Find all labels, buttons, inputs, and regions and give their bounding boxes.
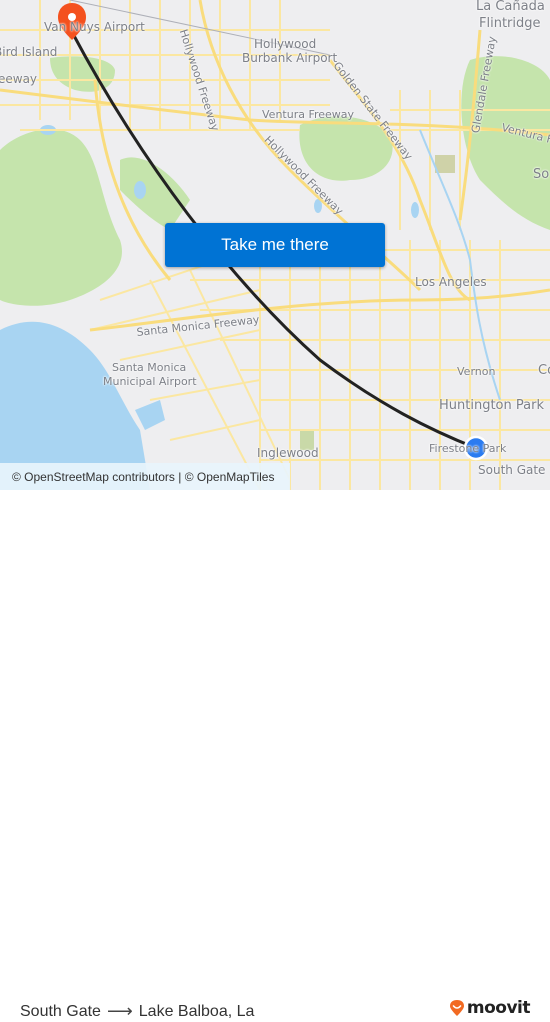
map[interactable]: Van Nuys Airport Bird Island eeway Holly…: [0, 0, 550, 490]
map-label-santa-monica-airport-line1: Santa Monica: [112, 361, 187, 374]
map-label-santa-monica-airport-line2: Municipal Airport: [103, 375, 197, 388]
map-label-vernon: Vernon: [457, 365, 496, 378]
map-label-freeway-west: eeway: [0, 72, 38, 86]
moovit-wordmark: moovit: [466, 998, 531, 1018]
map-label-inglewood: Inglewood: [257, 446, 319, 460]
map-label-ventura-freeway: Ventura Freeway: [262, 108, 355, 121]
park-small-1: [435, 155, 455, 173]
park-mountains: [0, 129, 122, 306]
map-label-bird-island: Bird Island: [0, 45, 58, 59]
arrow-right-icon: ⟶: [106, 1001, 133, 1021]
map-label-la-canada-line1: La Cañada: [476, 0, 545, 14]
map-label-firestone-park: Firestone Park: [429, 442, 507, 455]
map-label-la-canada-line2: Flintridge: [479, 16, 541, 31]
moovit-logo[interactable]: moovit: [449, 998, 531, 1018]
take-me-there-button[interactable]: Take me there: [165, 223, 385, 267]
footer: South Gate ⟶ Lake Balboa, La moovit: [0, 490, 550, 1021]
map-label-huntington-park: Huntington Park: [439, 398, 544, 413]
map-label-van-nuys-airport: Van Nuys Airport: [44, 20, 145, 34]
route-destination: Lake Balboa, La: [138, 1002, 255, 1020]
route-summary: South Gate ⟶ Lake Balboa, La: [20, 1001, 254, 1022]
marina: [135, 400, 165, 430]
map-label-hollywood-burbank-airport-line1: Hollywood: [254, 37, 317, 51]
park-sepulveda: [50, 56, 115, 92]
attribution-text[interactable]: © OpenStreetMap contributors | © OpenMap…: [12, 470, 274, 484]
route-origin: South Gate: [20, 1002, 101, 1020]
moovit-pin-icon: [449, 1000, 464, 1016]
reservoir-3: [411, 202, 419, 218]
map-attribution: © OpenStreetMap contributors | © OpenMap…: [0, 463, 290, 490]
map-label-los-angeles: Los Angeles: [415, 275, 487, 289]
map-label-co-east: Co: [538, 363, 550, 378]
reservoir-1: [134, 181, 146, 199]
map-label-south-gate: South Gate: [478, 463, 546, 477]
map-label-so-east: So: [533, 167, 550, 182]
map-label-hollywood-burbank-airport-line2: Burbank Airport: [242, 51, 338, 65]
